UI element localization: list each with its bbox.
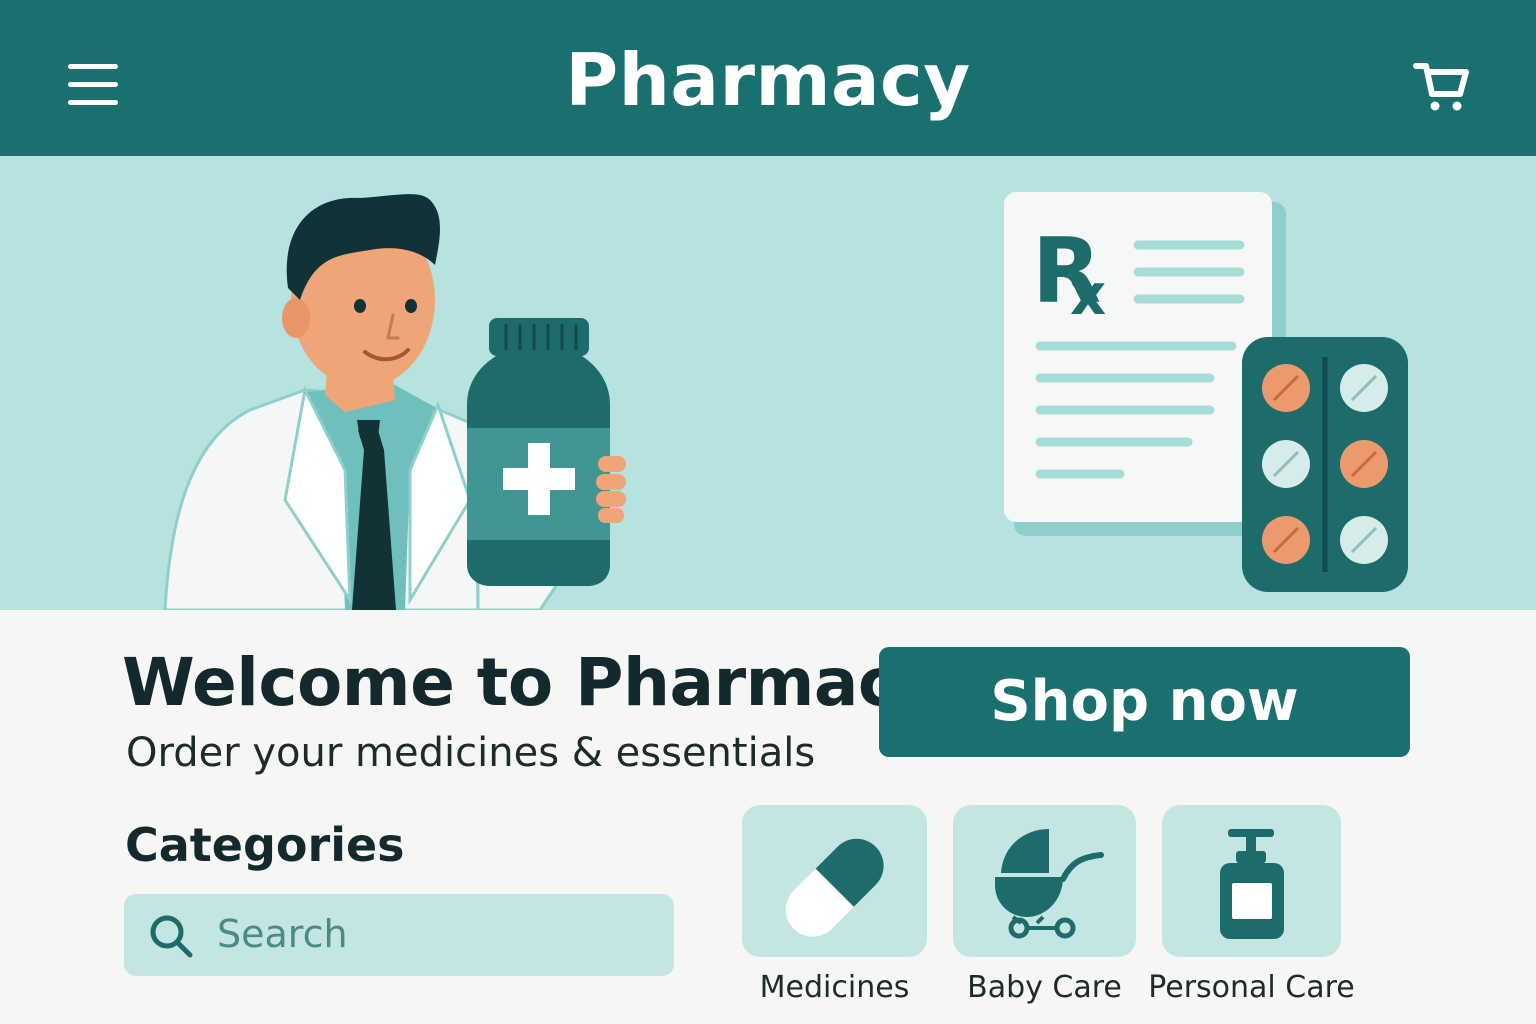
pill-blister-illustration xyxy=(1242,337,1408,592)
categories-heading: Categories xyxy=(125,818,405,872)
welcome-title: Welcome to Pharmacy xyxy=(122,644,940,721)
pump-bottle-icon xyxy=(1220,829,1284,939)
search-placeholder: Search xyxy=(217,912,348,956)
category-baby-care[interactable] xyxy=(953,805,1136,957)
svg-text:x: x xyxy=(1070,263,1106,328)
search-icon xyxy=(150,915,193,958)
app-title: Pharmacy xyxy=(565,38,971,122)
category-medicines-label: Medicines xyxy=(759,970,910,1005)
category-medicines[interactable] xyxy=(742,805,927,957)
app-header: Pharmacy xyxy=(0,0,1536,156)
stroller-icon xyxy=(995,829,1104,939)
category-baby-care-label: Baby Care xyxy=(967,970,1122,1005)
category-personal-care-label: Personal Care xyxy=(1148,970,1355,1005)
hero-banner: R x xyxy=(0,156,1536,610)
shop-now-button[interactable]: Shop now xyxy=(879,647,1410,757)
category-personal-care[interactable] xyxy=(1162,805,1341,957)
medicine-bottle-illustration xyxy=(467,318,626,586)
welcome-subtitle: Order your medicines & essentials xyxy=(126,730,816,776)
search-input[interactable]: Search xyxy=(124,894,674,976)
cart-button[interactable] xyxy=(1410,58,1474,116)
capsule-icon xyxy=(785,838,884,937)
cart-icon xyxy=(1413,63,1469,111)
